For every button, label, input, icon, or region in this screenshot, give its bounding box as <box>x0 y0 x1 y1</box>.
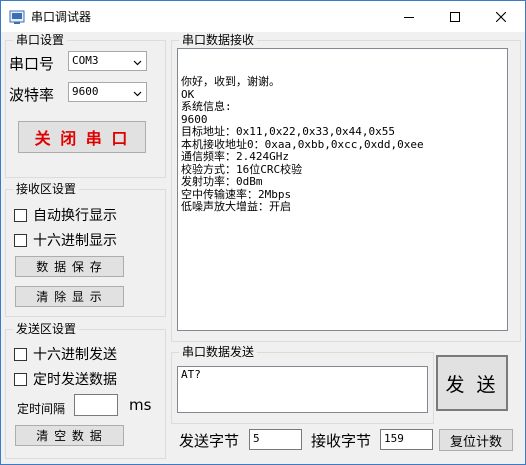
send-button[interactable]: 发 送 <box>436 355 508 411</box>
receive-line: 系统信息: <box>181 100 232 113</box>
client-area: 串口设置 串口号 COM3 波特率 9600 关 闭 串 口 接收区设置 自动换… <box>1 32 525 464</box>
baud-label: 波特率 <box>9 86 55 104</box>
hex-send-checkbox[interactable]: 十六进制发送 <box>14 344 117 364</box>
checkbox-icon <box>14 372 27 386</box>
checkbox-icon <box>14 233 27 247</box>
port-value: COM3 <box>72 54 99 67</box>
receive-lines: 你好，收到，谢谢。 OK 系统信息: 9600 目标地址：0x11,0x22,0x33,… <box>181 75 504 214</box>
timed-send-label: 定时发送数据 <box>33 372 117 388</box>
hex-display-label: 十六进制显示 <box>33 233 117 249</box>
interval-unit: ms <box>129 396 152 414</box>
receive-textarea[interactable]: 你好，收到，谢谢。 OK 系统信息: 9600 目标地址：0x11,0x22,0x33,… <box>177 48 508 331</box>
sent-bytes-field[interactable]: 5 <box>249 429 302 450</box>
timed-send-checkbox[interactable]: 定时发送数据 <box>14 369 117 389</box>
port-label: 串口号 <box>9 55 55 73</box>
title-bar[interactable]: 串口调试器 <box>1 1 525 32</box>
send-textarea[interactable]: AT? <box>177 366 428 413</box>
port-select[interactable]: COM3 <box>68 51 147 71</box>
interval-input[interactable] <box>74 394 118 416</box>
clear-send-data-button[interactable]: 清 空 数 据 <box>15 425 124 446</box>
receive-line: 通信频率：2.424GHz <box>181 150 289 163</box>
receive-settings-label: 接收区设置 <box>13 181 80 197</box>
send-settings-label: 发送区设置 <box>13 321 80 337</box>
clear-display-button[interactable]: 清 除 显 示 <box>15 286 124 307</box>
receive-line: 发射功率：0dBm <box>181 175 263 188</box>
checkbox-icon <box>14 347 27 361</box>
reset-count-button[interactable]: 复位计数 <box>439 429 513 451</box>
save-data-button[interactable]: 数 据 保 存 <box>15 256 124 277</box>
receive-line: 目标地址：0x11,0x22,0x33,0x44,0x55 <box>181 125 395 138</box>
auto-wrap-label: 自动换行显示 <box>33 208 117 224</box>
recv-bytes-label: 接收字节 <box>311 432 372 450</box>
sent-bytes-label: 发送字节 <box>179 432 240 450</box>
chevron-down-icon <box>133 86 142 104</box>
receive-line: 低噪声放大增益：开启 <box>181 200 291 213</box>
recv-bytes-field[interactable]: 159 <box>380 429 433 450</box>
baud-select[interactable]: 9600 <box>68 82 147 102</box>
baud-value: 9600 <box>72 85 99 98</box>
close-port-button[interactable]: 关 闭 串 口 <box>18 121 146 153</box>
receive-area-label: 串口数据接收 <box>179 32 258 48</box>
receive-line: 你好，收到，谢谢。 <box>181 75 280 88</box>
chevron-down-icon <box>133 55 142 73</box>
interval-label: 定时间隔 <box>17 402 66 416</box>
checkbox-icon <box>14 208 27 222</box>
maximize-icon[interactable] <box>432 1 478 32</box>
app-window: 串口调试器 串口设置 串口号 COM3 波特率 9600 关 闭 串 口 接收区… <box>0 0 526 465</box>
serial-app-icon <box>9 9 25 25</box>
close-icon[interactable] <box>478 1 524 32</box>
send-area-label: 串口数据发送 <box>179 344 258 360</box>
minimize-icon[interactable] <box>386 1 432 32</box>
hex-display-checkbox[interactable]: 十六进制显示 <box>14 230 117 250</box>
auto-wrap-checkbox[interactable]: 自动换行显示 <box>14 205 117 225</box>
serial-settings-label: 串口设置 <box>13 32 68 48</box>
window-title: 串口调试器 <box>31 10 92 24</box>
hex-send-label: 十六进制发送 <box>33 347 117 363</box>
